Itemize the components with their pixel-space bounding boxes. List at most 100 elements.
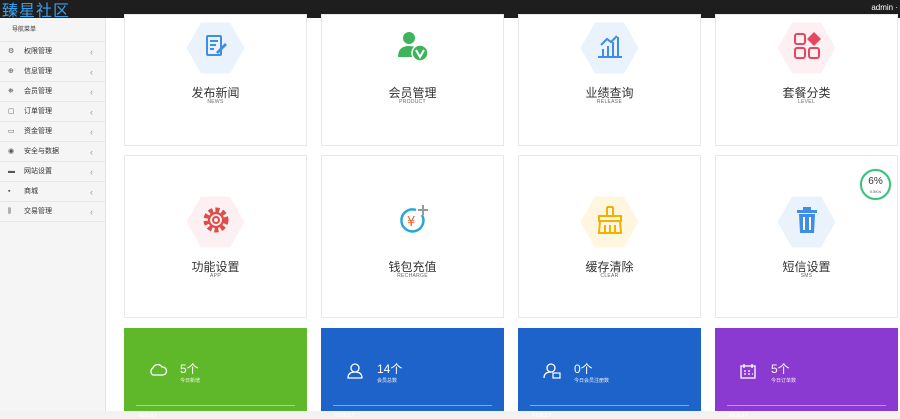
sidebar-item-label: 交易管理 xyxy=(24,208,52,215)
stat-divider xyxy=(727,405,886,406)
sidebar-item-label: 网站设置 xyxy=(24,168,52,175)
wallet-icon: ▭ xyxy=(8,128,15,135)
shortcut-tile-7[interactable]: 缓存清除 CLEAR xyxy=(518,155,701,318)
sidebar-item-7[interactable]: ▬ 网站设置 ‹ xyxy=(0,162,105,182)
gear-icon xyxy=(201,205,231,240)
broom-icon xyxy=(595,205,625,240)
cloud-icon xyxy=(148,362,168,383)
stat-divider xyxy=(333,405,492,406)
chevron-left-icon: ‹ xyxy=(90,187,93,197)
sidebar-item-4[interactable]: ▢ 订单管理 ‹ xyxy=(0,102,105,122)
tile-subtitle: SMS xyxy=(800,273,813,279)
shortcut-tile-1[interactable]: 发布新闻 NEWS xyxy=(124,14,307,146)
tile-icon-badge: ¥ xyxy=(383,196,442,248)
shield-icon: ◉ xyxy=(8,148,15,155)
sidebar-menu: ⚙ 权限管理 ‹ ⊕ 信息管理 ‹ ⛯ 会员管理 ‹ ▢ 订单管理 ‹ ▭ 资金管理 ‹ ◉ 安全与数据 ‹ ▬ 网站… xyxy=(0,42,105,222)
tile-subtitle: RELEASE xyxy=(596,99,623,105)
sidebar: 导航菜单 ⚙ 权限管理 ‹ ⊕ 信息管理 ‹ ⛯ 会员管理 ‹ ▢ 订单管理 ‹ ▭ 资金管理 ‹ ◉ 安全与数… xyxy=(0,18,106,411)
yuan-recharge-icon: ¥ xyxy=(396,203,430,242)
tile-subtitle: PRODUCT xyxy=(399,99,426,105)
stat-card-2[interactable]: 14个会员总数 RESULT xyxy=(321,328,504,419)
chevron-left-icon: ‹ xyxy=(90,127,93,137)
stat-count: 0个 xyxy=(574,362,593,376)
stat-result-label: RESULT xyxy=(729,413,749,419)
svg-text:¥: ¥ xyxy=(407,215,415,230)
tile-subtitle: NEWS xyxy=(207,99,224,105)
tile-icon-badge xyxy=(580,22,639,74)
chart-icon: ⫼ xyxy=(8,208,12,215)
sidebar-item-label: 商城 xyxy=(24,188,38,195)
user-menu[interactable]: admin · xyxy=(871,3,898,12)
monitor-icon: ▬ xyxy=(8,168,15,175)
chevron-left-icon: ‹ xyxy=(90,47,93,57)
tile-icon-badge xyxy=(186,22,245,74)
gauge-subtext: 0.5K/s xyxy=(869,189,882,194)
stat-description: 今日新增 xyxy=(180,378,201,384)
user-badge-icon xyxy=(542,362,562,385)
chevron-left-icon: ‹ xyxy=(90,87,93,97)
sidebar-item-label: 资金管理 xyxy=(24,128,52,135)
main-panel: 发布新闻 NEWS 会员管理 PRODUCT 业绩查询 RELEASE 套餐分类 LEVEL 功… xyxy=(106,14,900,419)
stat-description: 今日订单数 xyxy=(771,378,797,384)
chevron-left-icon: ‹ xyxy=(90,207,93,217)
store-icon: ▪ xyxy=(8,188,11,195)
user-icon xyxy=(345,362,365,385)
sidebar-item-6[interactable]: ◉ 安全与数据 ‹ xyxy=(0,142,105,162)
order-icon: ▢ xyxy=(8,108,15,115)
edit-doc-icon xyxy=(202,32,230,65)
sidebar-title: 导航菜单 xyxy=(0,18,105,42)
sidebar-item-label: 会员管理 xyxy=(24,88,52,95)
tile-icon-badge xyxy=(777,196,836,248)
shortcut-tile-4[interactable]: 套餐分类 LEVEL xyxy=(715,14,898,146)
sidebar-item-label: 订单管理 xyxy=(24,108,52,115)
tile-icon-badge xyxy=(186,196,245,248)
sidebar-item-label: 信息管理 xyxy=(24,68,52,75)
gear-icon: ⚙ xyxy=(8,48,15,55)
shortcut-tile-3[interactable]: 业绩查询 RELEASE xyxy=(518,14,701,146)
sidebar-item-8[interactable]: ▪ 商城 ‹ xyxy=(0,182,105,202)
stat-count: 5个 xyxy=(771,362,790,376)
category-icon xyxy=(792,31,822,66)
sidebar-item-label: 权限管理 xyxy=(24,48,52,55)
stat-result-label: RESULT xyxy=(335,413,355,419)
chevron-left-icon: ‹ xyxy=(90,67,93,77)
tile-subtitle: RECHARGE xyxy=(397,273,428,279)
stat-description: 会员总数 xyxy=(377,378,398,384)
chevron-left-icon: ‹ xyxy=(90,167,93,177)
stat-card-1[interactable]: 5个今日新增 RESULT xyxy=(124,328,307,419)
sidebar-item-1[interactable]: ⚙ 权限管理 ‹ xyxy=(0,42,105,62)
stat-result-label: RESULT xyxy=(532,413,552,419)
info-icon: ⊕ xyxy=(8,68,14,75)
network-speed-gauge[interactable]: 6% 0.5K/s xyxy=(860,169,891,200)
tile-icon-badge xyxy=(580,196,639,248)
shortcut-tile-2[interactable]: 会员管理 PRODUCT xyxy=(321,14,504,146)
member-verified-icon xyxy=(396,29,430,68)
chevron-left-icon: ‹ xyxy=(90,147,93,157)
sidebar-item-label: 安全与数据 xyxy=(24,148,59,155)
tile-icon-badge xyxy=(383,22,442,74)
tile-subtitle: APP xyxy=(210,273,221,279)
stat-divider xyxy=(136,405,295,406)
stat-result-label: RESULT xyxy=(138,413,158,419)
bar-chart-icon xyxy=(595,31,625,66)
shortcut-tile-5[interactable]: 功能设置 APP xyxy=(124,155,307,318)
shortcut-tile-6[interactable]: ¥ 钱包充值 RECHARGE xyxy=(321,155,504,318)
sidebar-item-2[interactable]: ⊕ 信息管理 ‹ xyxy=(0,62,105,82)
tile-subtitle: CLEAR xyxy=(600,273,619,279)
tile-icon-badge xyxy=(777,22,836,74)
tile-subtitle: LEVEL xyxy=(797,99,816,105)
trash-icon xyxy=(793,205,821,240)
stat-count: 14个 xyxy=(377,362,403,376)
chevron-left-icon: ‹ xyxy=(90,107,93,117)
stat-card-3[interactable]: 0个今日会员注册数 RESULT xyxy=(518,328,701,419)
stat-divider xyxy=(530,405,689,406)
sidebar-item-9[interactable]: ⫼ 交易管理 ‹ xyxy=(0,202,105,222)
sidebar-item-3[interactable]: ⛯ 会员管理 ‹ xyxy=(0,82,105,102)
stat-description: 今日会员注册数 xyxy=(574,378,610,384)
calendar-icon xyxy=(739,362,757,385)
stat-card-4[interactable]: 5个今日订单数 RESULT xyxy=(715,328,898,419)
gauge-value: 6% xyxy=(868,176,883,187)
sidebar-item-5[interactable]: ▭ 资金管理 ‹ xyxy=(0,122,105,142)
stat-count: 5个 xyxy=(180,362,199,376)
users-icon: ⛯ xyxy=(8,88,14,95)
